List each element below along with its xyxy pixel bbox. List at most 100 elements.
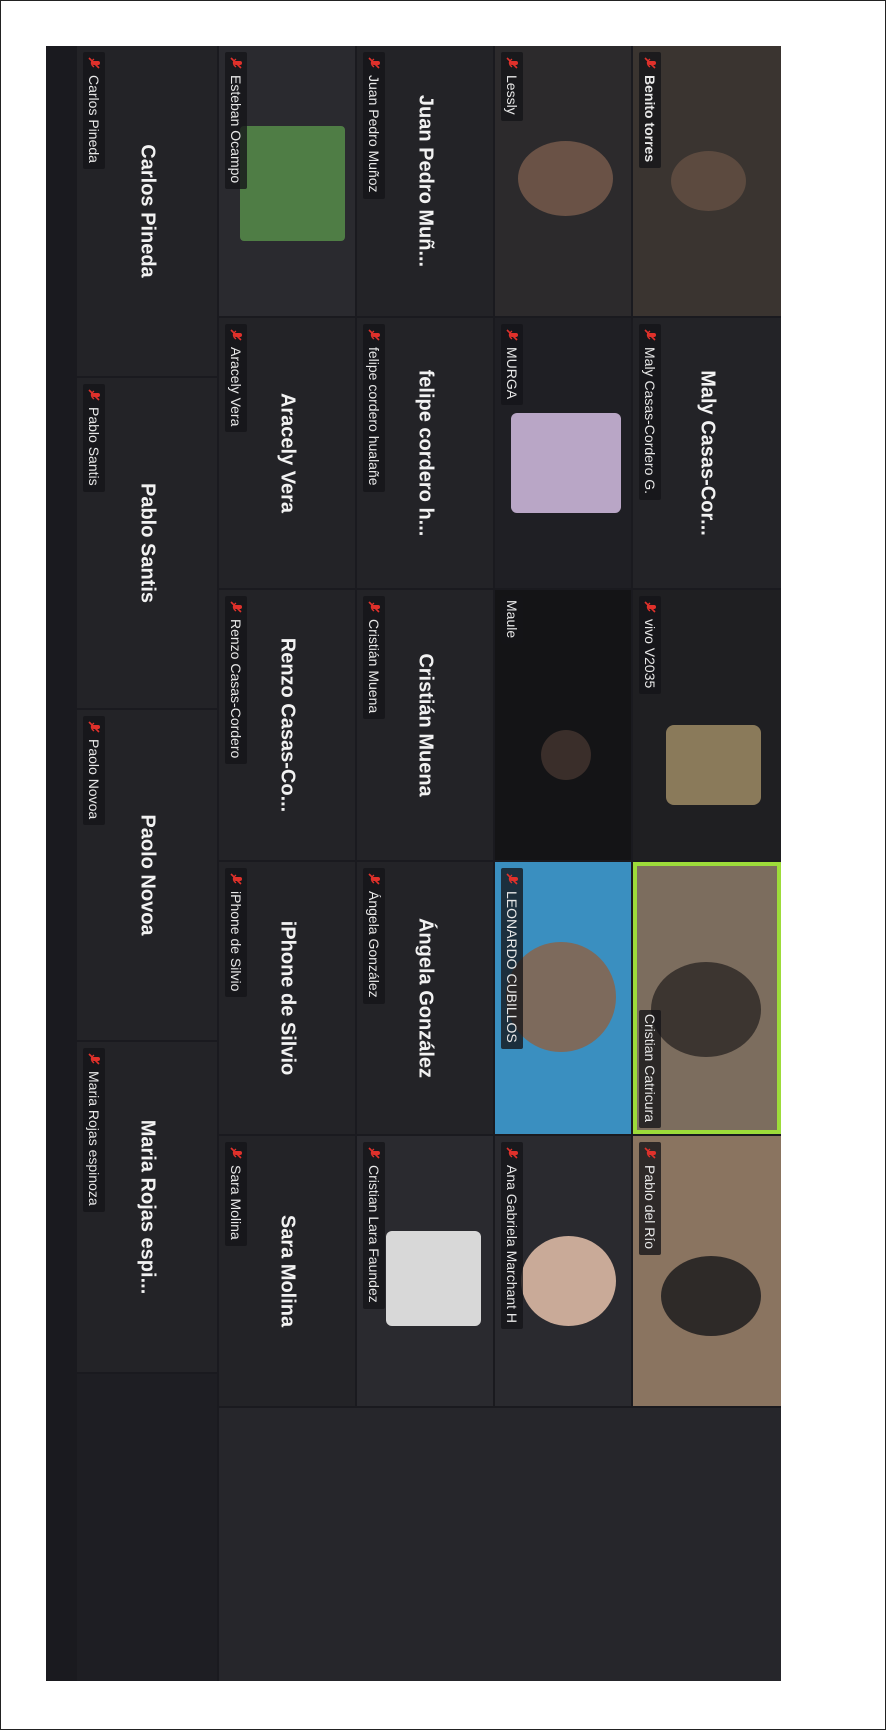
participant-tile-cristian-catricura[interactable]: Cristian Catricura: [633, 862, 781, 1134]
participant-name: MURGA: [504, 347, 520, 400]
participant-tile-esteban[interactable]: Esteban Ocampo: [219, 46, 355, 316]
participant-name: Carlos Pineda: [86, 75, 102, 163]
name-label: Renzo Casas-Cordero: [225, 596, 247, 765]
microphone-muted-icon: [229, 600, 243, 614]
microphone-muted-icon: [367, 328, 381, 342]
display-name: Sara Molina: [276, 1214, 299, 1328]
name-label: Cristián Muena: [363, 596, 385, 720]
name-label: Maule: [501, 596, 523, 645]
meeting-screen-photo: Benito torres Maly Casas-Cor... Maly Cas…: [46, 46, 781, 1681]
microphone-muted-icon: [505, 56, 519, 70]
participant-tile-vivo[interactable]: vivo V2035: [633, 590, 781, 860]
participant-name: Sara Molina: [228, 1165, 244, 1240]
participant-tile-murga[interactable]: MURGA: [495, 318, 631, 588]
participant-name: Cristian Lara Faundez: [366, 1165, 382, 1303]
participant-tile-cristian-muena[interactable]: Cristián Muena Cristián Muena: [357, 590, 493, 860]
participant-tile-angela[interactable]: Ángela González Ángela González: [357, 862, 493, 1134]
name-label: MURGA: [501, 324, 523, 406]
name-label: iPhone de Silvio: [225, 868, 247, 998]
microphone-muted-icon: [229, 328, 243, 342]
name-label: felipe cordero hualañe: [363, 324, 385, 492]
participant-name: iPhone de Silvio: [228, 891, 244, 992]
participant-tile-lessly[interactable]: Lessly: [495, 46, 631, 316]
participant-name: Cristian Catricura: [642, 1013, 658, 1122]
name-label: Cristian Catricura: [639, 1009, 661, 1128]
name-label: vivo V2035: [639, 596, 661, 695]
participant-name: Ana Gabriela Marchant H: [504, 1165, 520, 1323]
participant-tile-cristian-lara[interactable]: Cristian Lara Faundez: [357, 1136, 493, 1406]
name-label: Pablo Santis: [83, 384, 105, 492]
display-name: Pablo Santis: [136, 482, 159, 604]
participant-name: Paolo Novoa: [86, 739, 102, 820]
participant-tile-aracely[interactable]: Aracely Vera Aracely Vera: [219, 318, 355, 588]
gallery-bottom-edge: [46, 46, 75, 1681]
participant-tile-sara[interactable]: Sara Molina Sara Molina: [219, 1136, 355, 1406]
microphone-muted-icon: [367, 1146, 381, 1160]
name-label: Cristian Lara Faundez: [363, 1142, 385, 1309]
microphone-muted-icon: [229, 1146, 243, 1160]
video-feed-pablo-rio: [661, 1256, 761, 1336]
microphone-muted-icon: [367, 872, 381, 886]
participant-name: Cristián Muena: [366, 619, 382, 714]
name-label: Maria Rojas espinoza: [83, 1048, 105, 1212]
microphone-muted-icon: [505, 328, 519, 342]
display-name: Maly Casas-Cor...: [696, 370, 719, 536]
display-name: Paolo Novoa: [136, 814, 159, 936]
name-label: LEONARDO CUBILLOS: [501, 868, 523, 1049]
gallery-right-edge: [219, 1408, 781, 1681]
participant-tile-ana-gabriela[interactable]: Ana Gabriela Marchant H: [495, 1136, 631, 1406]
video-feed-lessly: [518, 141, 613, 216]
microphone-muted-icon: [367, 600, 381, 614]
microphone-muted-icon: [229, 872, 243, 886]
participant-tile-leonardo[interactable]: LEONARDO CUBILLOS: [495, 862, 631, 1134]
gallery-empty-area: [77, 1374, 217, 1681]
microphone-muted-icon: [87, 388, 101, 402]
participant-name: Renzo Casas-Cordero: [228, 619, 244, 759]
display-name: Cristián Muena: [414, 653, 437, 797]
participant-tile-renzo[interactable]: Renzo Casas-Co... Renzo Casas-Cordero: [219, 590, 355, 860]
participant-tile-felipe[interactable]: felipe cordero h... felipe cordero huala…: [357, 318, 493, 588]
name-label: Ana Gabriela Marchant H: [501, 1142, 523, 1329]
microphone-muted-icon: [643, 1146, 657, 1160]
participant-tile-juan-pedro[interactable]: Juan Pedro Muñ... Juan Pedro Muñoz: [357, 46, 493, 316]
participant-tile-paolo[interactable]: Paolo Novoa Paolo Novoa: [77, 710, 217, 1040]
video-feed-murga: [511, 413, 621, 513]
microphone-muted-icon: [643, 600, 657, 614]
display-name: felipe cordero h...: [414, 369, 437, 537]
display-name: Ángela González: [414, 917, 437, 1079]
display-name: Renzo Casas-Co...: [276, 637, 299, 813]
participant-name: Pablo Santis: [86, 407, 102, 486]
participant-tile-maly[interactable]: Maly Casas-Cor... Maly Casas-Cordero G.: [633, 318, 781, 588]
video-feed-vivo: [666, 725, 761, 805]
microphone-muted-icon: [643, 56, 657, 70]
name-label: Lessly: [501, 52, 523, 121]
participant-tile-carlos[interactable]: Carlos Pineda Carlos Pineda: [77, 46, 217, 376]
participant-tile-benito[interactable]: Benito torres: [633, 46, 781, 316]
display-name: Juan Pedro Muñ...: [414, 94, 437, 268]
participant-name: felipe cordero hualañe: [366, 347, 382, 486]
name-label: Juan Pedro Muñoz: [363, 52, 385, 199]
microphone-muted-icon: [367, 56, 381, 70]
name-label: Pablo del Río: [639, 1142, 661, 1256]
video-feed-ana-gabriela: [521, 1236, 616, 1326]
participant-name: Maria Rojas espinoza: [86, 1071, 102, 1206]
name-label: Paolo Novoa: [83, 716, 105, 826]
participant-tile-maria[interactable]: Maria Rojas espi... Maria Rojas espinoza: [77, 1042, 217, 1372]
video-feed-benito: [671, 151, 746, 211]
participant-name: Juan Pedro Muñoz: [366, 75, 382, 193]
participant-name: Ángela González: [366, 891, 382, 998]
participant-tile-iphone-silvio[interactable]: iPhone de Silvio iPhone de Silvio: [219, 862, 355, 1134]
participant-tile-pablo-rio[interactable]: Pablo del Río: [633, 1136, 781, 1406]
display-name: Maria Rojas espi...: [136, 1119, 159, 1295]
microphone-muted-icon: [229, 56, 243, 70]
video-feed-cristian-catricura: [651, 962, 761, 1057]
display-name: Aracely Vera: [276, 392, 299, 514]
microphone-muted-icon: [87, 720, 101, 734]
participant-tile-pablo-santis[interactable]: Pablo Santis Pablo Santis: [77, 378, 217, 708]
photo-frame: Benito torres Maly Casas-Cor... Maly Cas…: [0, 0, 886, 1730]
microphone-muted-icon: [505, 1146, 519, 1160]
participant-name: Esteban Ocampo: [228, 75, 244, 184]
participant-tile-maule[interactable]: Maule: [495, 590, 631, 860]
participant-name: Aracely Vera: [228, 347, 244, 427]
display-name: iPhone de Silvio: [276, 920, 299, 1076]
